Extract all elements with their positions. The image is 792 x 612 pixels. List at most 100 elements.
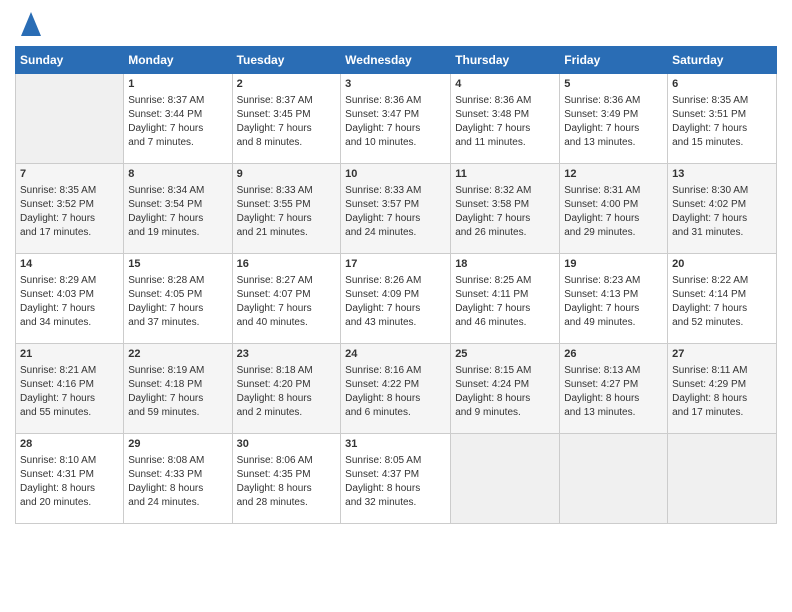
day-cell — [451, 434, 560, 524]
day-number: 27 — [672, 347, 772, 362]
col-header-saturday: Saturday — [668, 47, 777, 74]
day-info: Sunrise: 8:11 AMSunset: 4:29 PMDaylight:… — [672, 364, 772, 420]
day-cell: 14Sunrise: 8:29 AMSunset: 4:03 PMDayligh… — [16, 254, 124, 344]
day-cell: 1Sunrise: 8:37 AMSunset: 3:44 PMDaylight… — [124, 74, 232, 164]
header — [15, 10, 777, 38]
col-header-sunday: Sunday — [16, 47, 124, 74]
day-info: Sunrise: 8:16 AMSunset: 4:22 PMDaylight:… — [345, 364, 446, 420]
day-cell: 28 Sunrise: 8:10 AMSunset: 4:31 PMDayligh… — [16, 434, 124, 524]
day-cell: 3 Sunrise: 8:36 AMSunset: 3:47 PMDaylight… — [341, 74, 451, 164]
day-info: Sunrise: 8:23 AMSunset: 4:13 PMDaylight:… — [564, 274, 663, 330]
day-number: 2 — [237, 77, 337, 92]
day-info: Sunrise: 8:31 AMSunset: 4:00 PMDaylight:… — [564, 184, 663, 240]
day-number: 10 — [345, 167, 446, 182]
week-row-4: 21Sunrise: 8:21 AMSunset: 4:16 PMDayligh… — [16, 344, 777, 434]
day-cell: 5 Sunrise: 8:36 AMSunset: 3:49 PMDaylight… — [560, 74, 668, 164]
day-cell: 24 Sunrise: 8:16 AMSunset: 4:22 PMDayligh… — [341, 344, 451, 434]
day-info: Sunrise: 8:37 AMSunset: 3:44 PMDaylight:… — [128, 94, 227, 150]
day-info: Sunrise: 8:35 AMSunset: 3:51 PMDaylight:… — [672, 94, 772, 150]
day-cell: 2 Sunrise: 8:37 AMSunset: 3:45 PMDaylight… — [232, 74, 341, 164]
day-number: 13 — [672, 167, 772, 182]
day-info: Sunrise: 8:19 AMSunset: 4:18 PMDaylight:… — [128, 364, 227, 420]
day-info: Sunrise: 8:35 AMSunset: 3:52 PMDaylight:… — [20, 184, 119, 240]
day-cell: 27 Sunrise: 8:11 AMSunset: 4:29 PMDayligh… — [668, 344, 777, 434]
day-number: 31 — [345, 437, 446, 452]
day-number: 3 — [345, 77, 446, 92]
day-number: 15 — [128, 257, 227, 272]
day-info: Sunrise: 8:05 AMSunset: 4:37 PMDaylight:… — [345, 454, 446, 510]
col-header-tuesday: Tuesday — [232, 47, 341, 74]
day-info: Sunrise: 8:08 AMSunset: 4:33 PMDaylight:… — [128, 454, 227, 510]
day-info: Sunrise: 8:34 AMSunset: 3:54 PMDaylight:… — [128, 184, 227, 240]
day-number: 24 — [345, 347, 446, 362]
day-info: Sunrise: 8:37 AMSunset: 3:45 PMDaylight:… — [237, 94, 337, 150]
week-row-3: 14Sunrise: 8:29 AMSunset: 4:03 PMDayligh… — [16, 254, 777, 344]
day-info: Sunrise: 8:18 AMSunset: 4:20 PMDaylight:… — [237, 364, 337, 420]
week-row-5: 28 Sunrise: 8:10 AMSunset: 4:31 PMDayligh… — [16, 434, 777, 524]
day-number: 9 — [237, 167, 337, 182]
day-cell: 31 Sunrise: 8:05 AMSunset: 4:37 PMDayligh… — [341, 434, 451, 524]
day-info: Sunrise: 8:28 AMSunset: 4:05 PMDaylight:… — [128, 274, 227, 330]
week-row-1: 1Sunrise: 8:37 AMSunset: 3:44 PMDaylight… — [16, 74, 777, 164]
header-row: SundayMondayTuesdayWednesdayThursdayFrid… — [16, 47, 777, 74]
day-number: 14 — [20, 257, 119, 272]
day-info: Sunrise: 8:36 AMSunset: 3:48 PMDaylight:… — [455, 94, 555, 150]
day-info: Sunrise: 8:30 AMSunset: 4:02 PMDaylight:… — [672, 184, 772, 240]
day-info: Sunrise: 8:10 AMSunset: 4:31 PMDaylight:… — [20, 454, 119, 510]
day-cell: 11Sunrise: 8:32 AMSunset: 3:58 PMDayligh… — [451, 164, 560, 254]
day-cell — [560, 434, 668, 524]
day-cell: 22 Sunrise: 8:19 AMSunset: 4:18 PMDayligh… — [124, 344, 232, 434]
day-number: 18 — [455, 257, 555, 272]
day-cell: 25 Sunrise: 8:15 AMSunset: 4:24 PMDayligh… — [451, 344, 560, 434]
calendar-table: SundayMondayTuesdayWednesdayThursdayFrid… — [15, 46, 777, 524]
day-number: 17 — [345, 257, 446, 272]
day-cell: 16 Sunrise: 8:27 AMSunset: 4:07 PMDayligh… — [232, 254, 341, 344]
logo — [15, 10, 43, 38]
day-cell: 6 Sunrise: 8:35 AMSunset: 3:51 PMDaylight… — [668, 74, 777, 164]
day-cell: 29 Sunrise: 8:08 AMSunset: 4:33 PMDayligh… — [124, 434, 232, 524]
day-number: 4 — [455, 77, 555, 92]
day-info: Sunrise: 8:36 AMSunset: 3:49 PMDaylight:… — [564, 94, 663, 150]
day-number: 21 — [20, 347, 119, 362]
day-number: 11 — [455, 167, 555, 182]
day-number: 30 — [237, 437, 337, 452]
day-cell: 7Sunrise: 8:35 AMSunset: 3:52 PMDaylight… — [16, 164, 124, 254]
day-number: 29 — [128, 437, 227, 452]
col-header-wednesday: Wednesday — [341, 47, 451, 74]
day-number: 25 — [455, 347, 555, 362]
col-header-thursday: Thursday — [451, 47, 560, 74]
day-cell: 12 Sunrise: 8:31 AMSunset: 4:00 PMDayligh… — [560, 164, 668, 254]
day-number: 19 — [564, 257, 663, 272]
day-number: 23 — [237, 347, 337, 362]
day-number: 12 — [564, 167, 663, 182]
day-info: Sunrise: 8:25 AMSunset: 4:11 PMDaylight:… — [455, 274, 555, 330]
day-cell: 4 Sunrise: 8:36 AMSunset: 3:48 PMDaylight… — [451, 74, 560, 164]
col-header-friday: Friday — [560, 47, 668, 74]
day-cell: 21Sunrise: 8:21 AMSunset: 4:16 PMDayligh… — [16, 344, 124, 434]
day-number: 16 — [237, 257, 337, 272]
day-cell: 9 Sunrise: 8:33 AMSunset: 3:55 PMDaylight… — [232, 164, 341, 254]
day-cell — [16, 74, 124, 164]
day-cell: 8Sunrise: 8:34 AMSunset: 3:54 PMDaylight… — [124, 164, 232, 254]
day-number: 6 — [672, 77, 772, 92]
day-number: 28 — [20, 437, 119, 452]
day-cell: 26 Sunrise: 8:13 AMSunset: 4:27 PMDayligh… — [560, 344, 668, 434]
day-cell: 17 Sunrise: 8:26 AMSunset: 4:09 PMDayligh… — [341, 254, 451, 344]
week-row-2: 7Sunrise: 8:35 AMSunset: 3:52 PMDaylight… — [16, 164, 777, 254]
day-cell — [668, 434, 777, 524]
logo-icon — [19, 10, 43, 38]
day-info: Sunrise: 8:27 AMSunset: 4:07 PMDaylight:… — [237, 274, 337, 330]
day-info: Sunrise: 8:33 AMSunset: 3:57 PMDaylight:… — [345, 184, 446, 240]
day-info: Sunrise: 8:22 AMSunset: 4:14 PMDaylight:… — [672, 274, 772, 330]
day-number: 20 — [672, 257, 772, 272]
day-info: Sunrise: 8:26 AMSunset: 4:09 PMDaylight:… — [345, 274, 446, 330]
day-number: 5 — [564, 77, 663, 92]
day-number: 26 — [564, 347, 663, 362]
day-cell: 18 Sunrise: 8:25 AMSunset: 4:11 PMDayligh… — [451, 254, 560, 344]
day-info: Sunrise: 8:15 AMSunset: 4:24 PMDaylight:… — [455, 364, 555, 420]
day-info: Sunrise: 8:33 AMSunset: 3:55 PMDaylight:… — [237, 184, 337, 240]
day-info: Sunrise: 8:36 AMSunset: 3:47 PMDaylight:… — [345, 94, 446, 150]
day-number: 22 — [128, 347, 227, 362]
day-cell: 10 Sunrise: 8:33 AMSunset: 3:57 PMDayligh… — [341, 164, 451, 254]
day-info: Sunrise: 8:13 AMSunset: 4:27 PMDaylight:… — [564, 364, 663, 420]
